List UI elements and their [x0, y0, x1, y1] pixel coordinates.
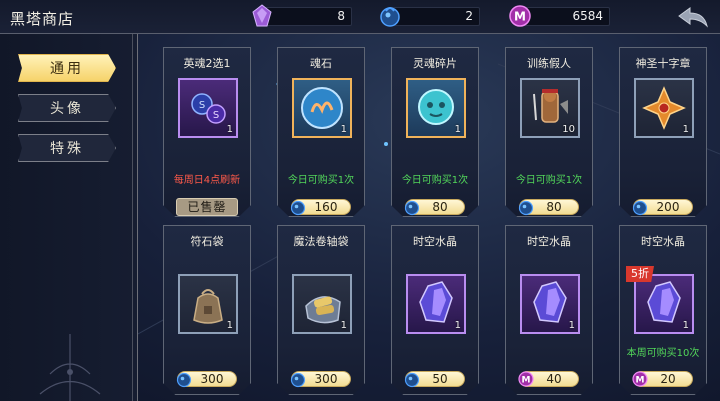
tab-special[interactable]: 特殊 — [18, 134, 116, 162]
item-slot: 1 — [406, 78, 466, 138]
item-name: 魔法卷轴袋 — [293, 235, 349, 248]
back-arrow-icon[interactable] — [676, 6, 710, 28]
svg-text:M: M — [514, 10, 526, 24]
item-quantity: 1 — [568, 320, 575, 331]
item-limit-note: 今日可购买1次 — [287, 175, 355, 186]
price-button[interactable]: M 40 — [518, 371, 579, 387]
tab-general[interactable]: 通用 — [18, 54, 116, 82]
item-name: 训练假人 — [527, 57, 571, 70]
item-slot: 1 — [406, 274, 466, 334]
item-slot: 1 — [292, 274, 352, 334]
item-quantity: 10 — [562, 124, 575, 135]
price-value: 20 — [660, 372, 676, 386]
shop-item-card[interactable]: 神圣十字章 1 — [619, 47, 707, 217]
price-value: 300 — [314, 372, 338, 386]
page-title: 黑塔商店 — [10, 10, 75, 28]
m-coin-icon: M — [518, 371, 534, 387]
price-value: 50 — [432, 372, 448, 386]
m-coin-icon: M — [632, 371, 648, 387]
blue-orb-icon — [290, 372, 306, 388]
item-slot: S S 1 — [178, 78, 238, 138]
item-quantity: 1 — [682, 124, 689, 135]
price-value: 40 — [546, 372, 562, 386]
shop-item-card[interactable]: 训练假人 10 今日可购买1次 — [505, 47, 593, 217]
blue-orb-icon — [632, 200, 648, 216]
tab-avatar[interactable]: 头像 — [18, 94, 116, 122]
shop-item-card[interactable]: 英魂2选1 S S 1 每周日4点刷新 — [163, 47, 251, 217]
item-quantity: 1 — [340, 320, 347, 331]
svg-text:M: M — [522, 376, 531, 386]
item-limit-note: 今日可购买1次 — [515, 175, 583, 186]
ornament-icon — [39, 334, 101, 401]
price-value: 300 — [200, 372, 224, 386]
item-quantity: 1 — [226, 320, 233, 331]
item-quantity: 1 — [682, 320, 689, 331]
price-value: 200 — [656, 200, 680, 214]
item-name: 符石袋 — [190, 235, 224, 248]
blue-orb-icon — [404, 200, 420, 216]
price-button[interactable]: 80 — [404, 199, 465, 216]
item-name: 魂石 — [310, 57, 332, 70]
price-value: 80 — [546, 200, 562, 214]
svg-text:S: S — [199, 100, 205, 111]
item-slot: 1 — [292, 78, 352, 138]
blue-orb-icon — [380, 7, 400, 27]
price-button[interactable]: 50 — [404, 371, 465, 388]
item-name: 英魂2选1 — [183, 57, 231, 70]
item-name: 灵魂碎片 — [413, 57, 457, 70]
shop-item-card[interactable]: 魂石 1 今日可购买1次 — [277, 47, 365, 217]
item-limit-note: 每周日4点刷新 — [173, 175, 241, 186]
item-name: 神圣十字章 — [635, 57, 691, 70]
price-button[interactable]: 300 — [176, 371, 237, 388]
svg-text:M: M — [636, 376, 645, 386]
price-button[interactable]: M 20 — [632, 371, 693, 387]
price-button[interactable]: 200 — [632, 199, 693, 216]
blue-orb-icon — [176, 372, 192, 388]
shop-item-card[interactable]: 灵魂碎片 1 今日可购买1次 — [391, 47, 479, 217]
item-slot: 1 — [634, 274, 694, 334]
sold-out-badge: 已售罄 — [176, 198, 238, 216]
price-value: 160 — [314, 200, 338, 214]
item-name: 时空水晶 — [527, 235, 571, 248]
blue-orb-icon — [404, 372, 420, 388]
item-quantity: 1 — [454, 124, 461, 135]
item-slot: 1 — [634, 78, 694, 138]
item-slot: 1 — [520, 274, 580, 334]
currency-blue-orb: 2 — [380, 7, 480, 27]
currency-purple-crystal: 8 — [252, 4, 352, 27]
price-button[interactable]: 300 — [290, 371, 351, 388]
sidebar-divider — [132, 34, 133, 401]
price-value: 80 — [432, 200, 448, 214]
item-quantity: 1 — [454, 320, 461, 331]
currency-m-coin: M 6584 — [509, 5, 610, 27]
item-limit-note: 本周可购买10次 — [626, 348, 700, 359]
purple-crystal-icon — [252, 4, 272, 27]
price-button[interactable]: 160 — [290, 199, 351, 216]
item-limit-note: 今日可购买1次 — [401, 175, 469, 186]
top-bar: 黑塔商店 8 2 M 6584 — [0, 0, 720, 34]
m-coin-icon: M — [509, 5, 531, 27]
left-sidebar: 通用 头像 特殊 — [0, 34, 138, 401]
item-quantity: 1 — [340, 124, 347, 135]
discount-badge: 5折 — [626, 266, 654, 282]
item-name: 时空水晶 — [413, 235, 457, 248]
item-slot: 1 — [178, 274, 238, 334]
item-name: 时空水晶 — [641, 235, 685, 248]
blue-orb-icon — [518, 200, 534, 216]
item-quantity: 1 — [226, 124, 233, 135]
blue-orb-icon — [290, 200, 306, 216]
svg-text:S: S — [213, 110, 219, 121]
item-slot: 10 — [520, 78, 580, 138]
price-button[interactable]: 80 — [518, 199, 579, 216]
